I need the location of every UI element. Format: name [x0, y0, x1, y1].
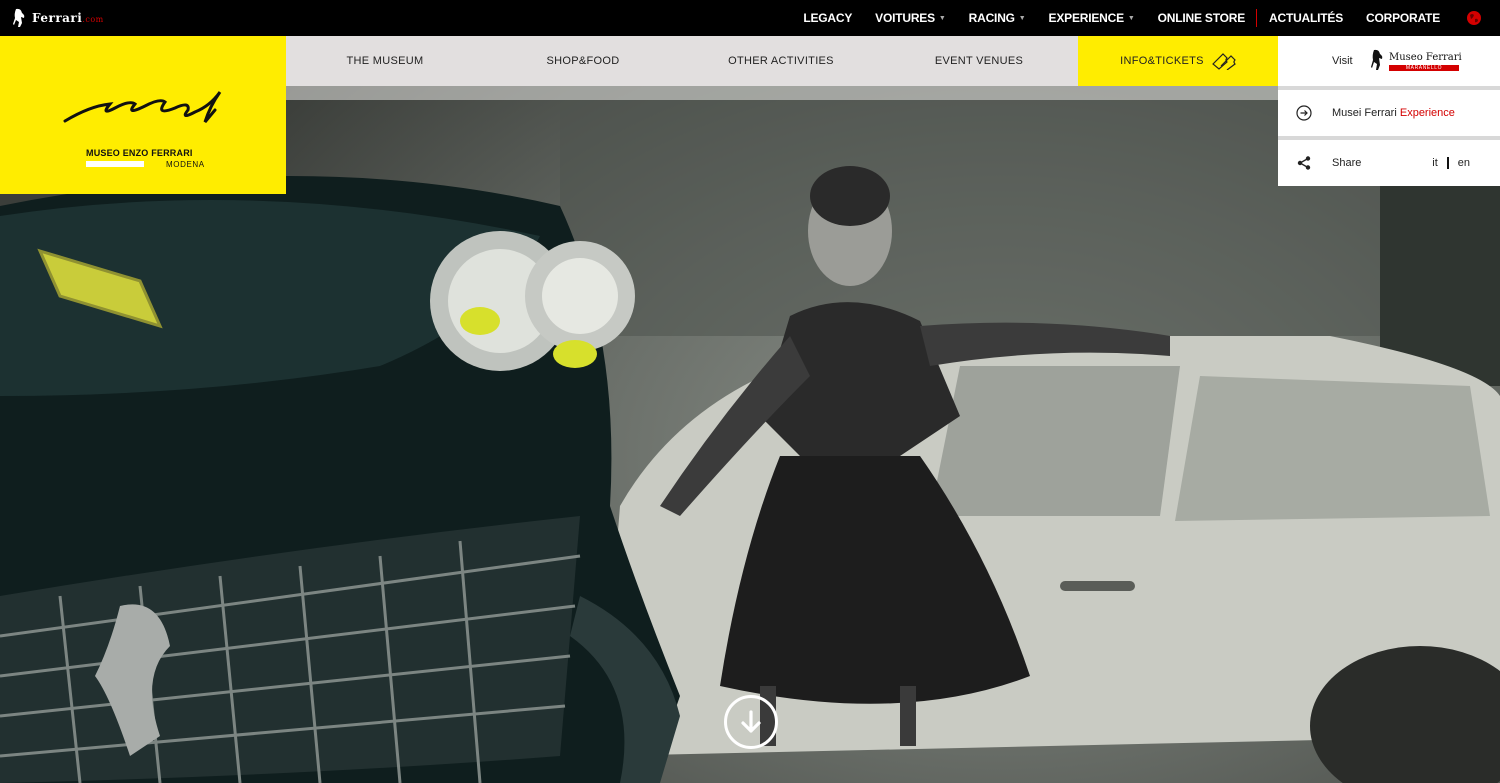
topnav-divider	[1256, 9, 1258, 27]
visit-maranello-link[interactable]: Visit Museo Ferrari MARANELLO	[1278, 36, 1500, 86]
topnav-legacy[interactable]: LEGACY	[803, 11, 852, 25]
topnav-label: LEGACY	[803, 11, 853, 25]
museo-ferrari-maranello-logo: Museo Ferrari MARANELLO	[1370, 49, 1462, 73]
experience-highlight: Experience	[1399, 107, 1455, 119]
language-switcher: it en	[1432, 157, 1470, 169]
top-bar: Ferrari.com LEGACY VOITURES ▼ RACING ▼ EXP…	[0, 0, 1500, 36]
topnav-label: ONLINE STORE	[1157, 11, 1246, 25]
globe-icon[interactable]	[1466, 10, 1482, 26]
share-language-row: Share it en	[1278, 136, 1500, 186]
topnav-experience[interactable]: EXPERIENCE ▼	[1049, 11, 1135, 25]
experience-label: Musei Ferrari Experience	[1332, 107, 1455, 119]
experience-prefix: Musei Ferrari	[1332, 107, 1397, 119]
nav-the-museum[interactable]: THE MUSEUM	[286, 36, 484, 86]
share-label[interactable]: Share	[1332, 157, 1361, 169]
topnav-label: EXPERIENCE	[1048, 11, 1125, 25]
ferrari-brand-link[interactable]: Ferrari.com	[12, 8, 104, 28]
brand-suffix: .com	[82, 15, 104, 24]
topnav-label: RACING	[968, 11, 1015, 25]
arrow-circle-icon	[1296, 105, 1312, 121]
share-icon[interactable]	[1296, 155, 1312, 171]
topnav-corporate[interactable]: CORPORATE	[1366, 11, 1440, 25]
arrow-down-icon	[741, 710, 761, 733]
lang-en[interactable]: en	[1458, 157, 1470, 169]
scroll-down-button[interactable]	[724, 695, 778, 749]
museo-ferrari-name: Museo Ferrari	[1389, 52, 1462, 63]
topnav-label: VOITURES	[875, 11, 935, 25]
topnav-actualites[interactable]: ACTUALITÉS	[1269, 11, 1343, 25]
caret-down-icon: ▼	[1127, 14, 1135, 22]
right-panel: Visit Museo Ferrari MARANELLO Musei Ferr…	[1278, 36, 1500, 186]
musei-ferrari-experience-link[interactable]: Musei Ferrari Experience	[1278, 86, 1500, 136]
museum-logo-link[interactable]: MUSEO ENZO FERRARI MODENA	[0, 36, 286, 194]
top-nav: LEGACY VOITURES ▼ RACING ▼ EXPERIENCE ▼ ONL…	[780, 0, 1482, 36]
prancing-horse-icon	[13, 8, 25, 28]
museum-name: MUSEO ENZO FERRARI	[86, 148, 193, 158]
nav-event-venues[interactable]: EVENT VENUES	[880, 36, 1078, 86]
brand-wordmark: Ferrari.com	[32, 11, 104, 25]
lang-it[interactable]: it	[1432, 157, 1438, 169]
mef-signature-logo	[63, 91, 222, 123]
topnav-online-store[interactable]: ONLINE STORE	[1157, 11, 1246, 25]
museum-city: MODENA	[166, 160, 205, 169]
lang-divider	[1446, 157, 1449, 169]
topnav-label: CORPORATE	[1366, 11, 1440, 25]
visit-label: Visit	[1332, 55, 1353, 67]
nav-info-tickets[interactable]: INFO&TICKETS	[1078, 36, 1278, 86]
logo-underline	[86, 161, 144, 167]
nav-shop-food[interactable]: SHOP&FOOD	[484, 36, 682, 86]
nav-other-activities[interactable]: OTHER ACTIVITIES	[682, 36, 880, 86]
caret-down-icon: ▼	[1018, 14, 1026, 22]
brand-name: Ferrari	[32, 11, 83, 25]
topnav-voitures[interactable]: VOITURES ▼	[875, 11, 946, 25]
info-tickets-label: INFO&TICKETS	[1120, 55, 1204, 67]
caret-down-icon: ▼	[938, 14, 946, 22]
topnav-label: ACTUALITÉS	[1269, 11, 1344, 25]
tickets-icon	[1211, 53, 1236, 70]
topnav-racing[interactable]: RACING ▼	[969, 11, 1026, 25]
maranello-label: MARANELLO	[1389, 65, 1459, 71]
prancing-horse-icon	[1371, 49, 1383, 70]
museum-nav: THE MUSEUM SHOP&FOOD OTHER ACTIVITIES EV…	[286, 36, 1278, 86]
